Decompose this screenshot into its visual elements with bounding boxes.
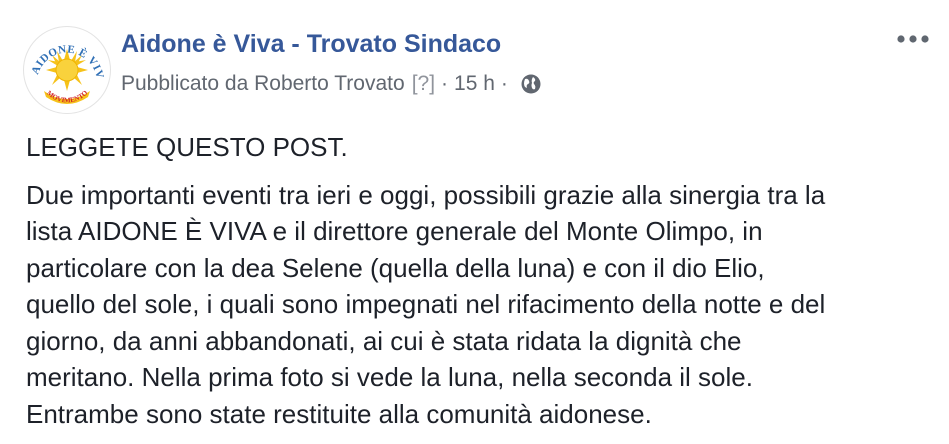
post-paragraph: Due importanti eventi tra ieri e oggi, p…: [26, 177, 926, 433]
post-line: giorno, da anni abbandonati, ai cui è st…: [26, 325, 742, 356]
post-line: Due importanti eventi tra ieri e oggi, p…: [26, 179, 826, 210]
facebook-post: AIDONE È VIVA MOVIMENTO Aidone è Viva - …: [0, 0, 949, 444]
aidone-logo-icon: AIDONE È VIVA MOVIMENTO: [24, 27, 105, 104]
post-line: quello del sole, i quali sono impegnati …: [26, 289, 826, 319]
post-headline: LEGGETE QUESTO POST.: [26, 132, 348, 162]
meta-separator-2: ·: [500, 72, 508, 95]
page-avatar[interactable]: AIDONE È VIVA MOVIMENTO: [23, 26, 111, 114]
post-line: particolare con la dea Selene (quella de…: [26, 252, 765, 283]
more-options-button[interactable]: [893, 24, 933, 54]
post-line: lista AIDONE È VIVA e il direttore gener…: [26, 216, 763, 246]
help-link[interactable]: [?]: [412, 72, 435, 96]
avatar-text-bottom: MOVIMENTO: [45, 88, 90, 104]
post-line: Entrambe sono state restituite alla comu…: [26, 398, 652, 429]
post-timestamp[interactable]: 15 h: [454, 72, 495, 96]
post-body: LEGGETE QUESTO POST. Due importanti even…: [26, 122, 926, 432]
page-name-link[interactable]: Aidone è Viva - Trovato Sindaco: [121, 30, 501, 59]
globe-icon[interactable]: [520, 73, 542, 95]
published-by-link[interactable]: Pubblicato da Roberto Trovato: [121, 72, 405, 96]
meta-separator: ·: [441, 72, 449, 95]
more-options-icon: [897, 35, 929, 43]
post-meta: Pubblicato da Roberto Trovato [?] · 15 h…: [121, 72, 542, 96]
svg-text:MOVIMENTO: MOVIMENTO: [45, 88, 90, 104]
post-line: meritano. Nella prima foto si vede la lu…: [26, 362, 753, 392]
